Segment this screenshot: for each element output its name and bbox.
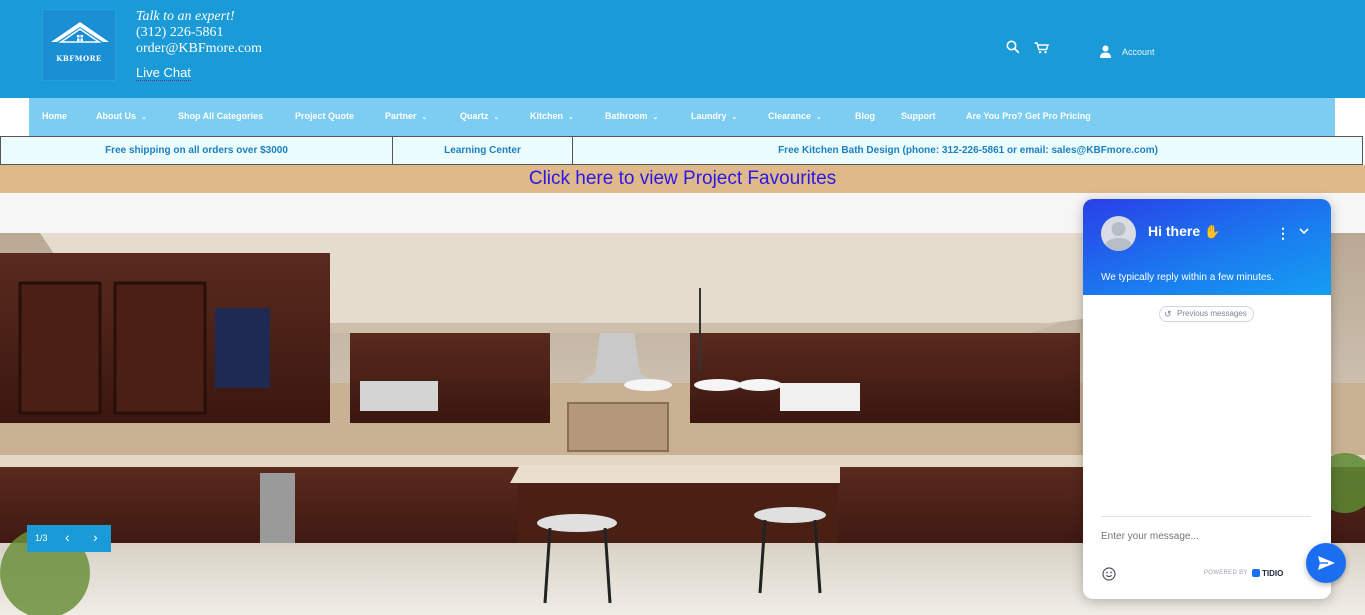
chevron-down-icon: ⌄ xyxy=(568,114,574,121)
search-icon[interactable] xyxy=(1006,40,1020,59)
contact-block: Talk to an expert! (312) 226-5861 order@… xyxy=(136,9,262,82)
slide-prev-button[interactable]: ‹ xyxy=(65,529,70,545)
send-message-button[interactable] xyxy=(1306,543,1346,583)
main-nav: Home About Us ⌄ Shop All Categories Proje… xyxy=(29,98,1335,136)
account-icon[interactable] xyxy=(1100,45,1111,63)
free-shipping-notice: Free shipping on all orders over $3000 xyxy=(1,137,393,164)
powered-by-label: POWERED BY xyxy=(1204,570,1248,576)
free-design-notice[interactable]: Free Kitchen Bath Design (phone: 312-226… xyxy=(573,137,1363,164)
logo-text: KBFMORE xyxy=(56,54,102,63)
project-favourites-link[interactable]: Click here to view Project Favourites xyxy=(529,168,836,189)
nav-quartz[interactable]: Quartz ⌄ xyxy=(460,111,499,121)
minimize-chevron-icon[interactable] xyxy=(1298,224,1310,242)
nav-laundry[interactable]: Laundry ⌄ xyxy=(691,111,737,121)
learning-center-link[interactable]: Learning Center xyxy=(393,137,573,164)
tidio-logo-icon xyxy=(1252,569,1260,577)
chevron-down-icon: ⌄ xyxy=(493,114,500,121)
favourites-bar: Click here to view Project Favourites xyxy=(0,165,1365,193)
slider-controls: 1/3 ‹ › xyxy=(27,525,111,552)
chat-title: Hi there ✋ xyxy=(1148,223,1221,239)
chevron-down-icon: ⌄ xyxy=(816,114,822,121)
nav-kitchen[interactable]: Kitchen ⌄ xyxy=(530,111,574,121)
more-options-icon[interactable]: ⋮ xyxy=(1276,225,1290,242)
agent-avatar xyxy=(1101,216,1136,251)
house-icon xyxy=(51,22,109,43)
nav-support[interactable]: Support xyxy=(901,111,936,121)
cart-icon[interactable] xyxy=(1034,41,1049,59)
slide-next-button[interactable]: › xyxy=(93,529,98,545)
send-icon xyxy=(1318,556,1335,570)
info-bar: Free shipping on all orders over $3000 L… xyxy=(0,136,1363,165)
chevron-down-icon: ⌄ xyxy=(141,114,147,121)
chat-header: Hi there ✋ ⋮ We typically reply within a… xyxy=(1083,199,1331,295)
chat-subtitle: We typically reply within a few minutes. xyxy=(1101,272,1275,283)
chevron-down-icon: ⌄ xyxy=(421,114,428,121)
nav-project-quote[interactable]: Project Quote xyxy=(295,111,354,121)
chat-divider xyxy=(1101,516,1311,517)
wave-icon: ✋ xyxy=(1204,224,1221,239)
nav-home[interactable]: Home xyxy=(42,111,67,121)
slide-counter: 1/3 xyxy=(35,533,48,543)
contact-email[interactable]: order@KBFmore.com xyxy=(136,41,262,57)
tidio-brand[interactable]: TIDIO xyxy=(1252,569,1283,578)
chevron-down-icon: ⌄ xyxy=(731,114,738,121)
account-link[interactable]: Account xyxy=(1122,47,1155,57)
site-header: KBFMORE Talk to an expert! (312) 226-586… xyxy=(0,0,1365,98)
contact-tagline: Talk to an expert! xyxy=(136,9,235,24)
nav-blog[interactable]: Blog xyxy=(855,111,875,121)
nav-partner[interactable]: Partner ⌄ xyxy=(385,111,427,121)
contact-phone[interactable]: (312) 226-5861 xyxy=(136,25,262,41)
nav-pro-pricing[interactable]: Are You Pro? Get Pro Pricing xyxy=(966,111,1091,121)
chat-message-input[interactable] xyxy=(1101,531,1281,542)
nav-bathroom[interactable]: Bathroom ⌄ xyxy=(605,111,658,121)
emoji-icon[interactable] xyxy=(1102,567,1116,586)
chevron-down-icon: ⌄ xyxy=(652,114,659,121)
previous-messages-button[interactable]: ↺ Previous messages xyxy=(1159,306,1254,322)
nav-clearance[interactable]: Clearance ⌄ xyxy=(768,111,822,121)
page: KBFMORE Talk to an expert! (312) 226-586… xyxy=(0,0,1365,615)
nav-shop-all-categories[interactable]: Shop All Categories xyxy=(178,111,263,121)
chat-widget: Hi there ✋ ⋮ We typically reply within a… xyxy=(1083,199,1331,599)
nav-about-us[interactable]: About Us ⌄ xyxy=(96,111,147,121)
live-chat-link[interactable]: Live Chat xyxy=(136,65,191,81)
history-icon: ↺ xyxy=(1164,309,1172,319)
site-logo[interactable]: KBFMORE xyxy=(42,9,116,81)
